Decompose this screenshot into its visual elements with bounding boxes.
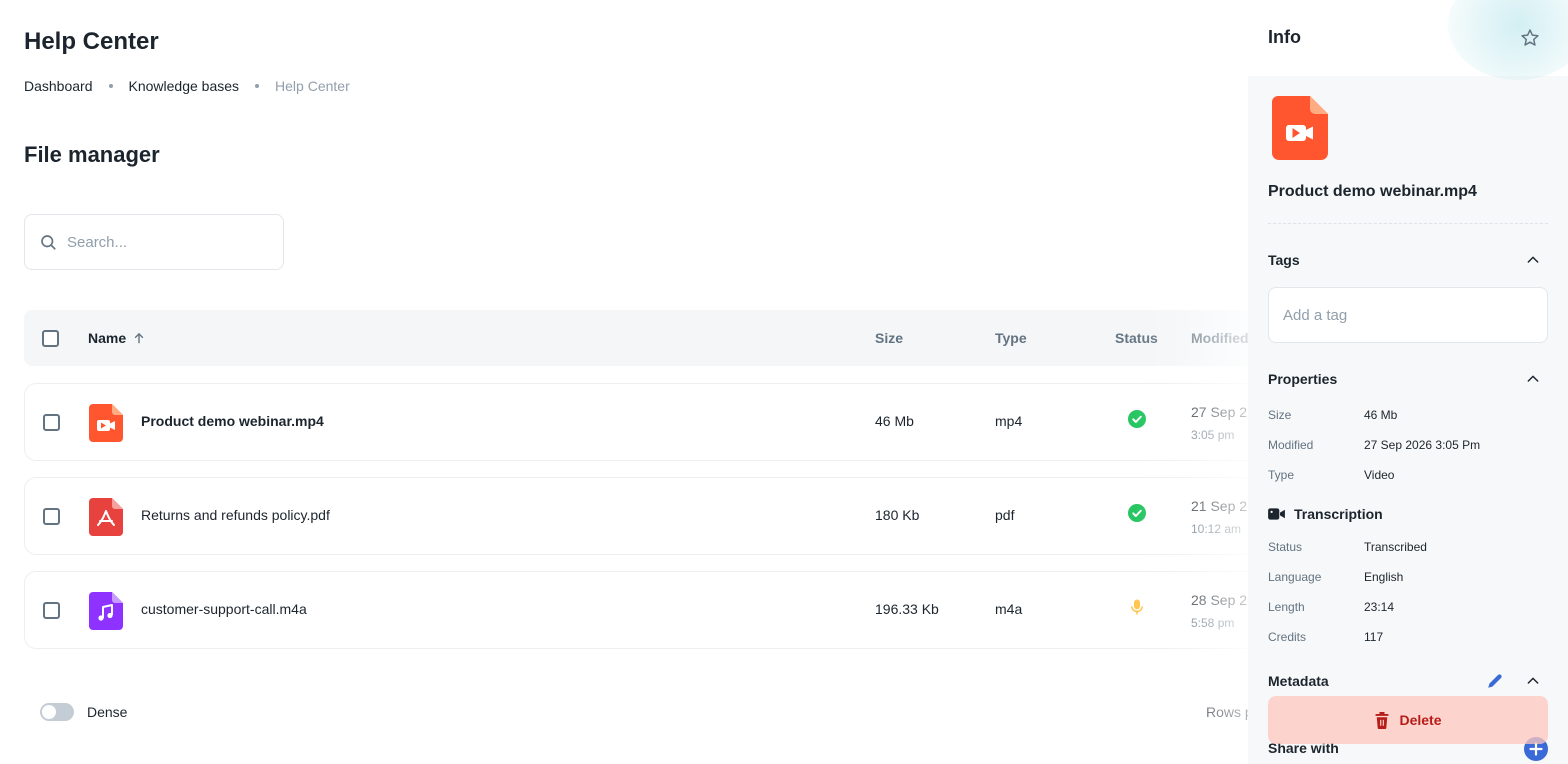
pdf-file-icon — [89, 498, 123, 536]
file-size: 196.33 Kb — [875, 601, 939, 617]
column-type[interactable]: Type — [995, 310, 1027, 366]
table-row[interactable]: Product demo webinar.mp4 46 Mb mp4 27 Se… — [24, 383, 1264, 461]
property-value: 27 Sep 2026 3:05 Pm — [1364, 438, 1481, 452]
breadcrumb-knowledge-bases[interactable]: Knowledge bases — [129, 78, 240, 94]
file-size: 46 Mb — [875, 413, 914, 429]
divider — [1268, 223, 1548, 224]
table-header: Name Size Type Status Modified — [24, 310, 1264, 366]
transcription-label: Credits — [1268, 630, 1307, 644]
breadcrumb-separator — [108, 84, 113, 88]
modified-date: 28 Sep 2 — [1191, 592, 1248, 608]
file-size: 180 Kb — [875, 507, 920, 523]
chevron-up-icon[interactable] — [1525, 252, 1541, 268]
select-all-checkbox[interactable] — [42, 330, 59, 347]
microphone-icon — [1131, 599, 1143, 615]
modified-date: 21 Sep 2 — [1191, 498, 1248, 514]
column-size[interactable]: Size — [875, 310, 903, 366]
transcription-value: English — [1364, 570, 1404, 584]
info-drawer: Info Product demo webinar.mp4 Tags Prope… — [1248, 0, 1568, 764]
header-glow — [1448, 0, 1568, 80]
delete-label: Delete — [1399, 712, 1442, 728]
check-circle-icon — [1128, 504, 1146, 522]
column-name-label: Name — [88, 330, 127, 346]
video-file-icon — [89, 404, 123, 442]
table-footer: Dense Rows p — [40, 700, 1280, 724]
video-file-icon — [1272, 96, 1328, 160]
column-name[interactable]: Name — [88, 310, 146, 366]
tags-heading: Tags — [1268, 252, 1300, 268]
search-icon — [41, 235, 56, 250]
trash-icon — [1375, 711, 1390, 729]
check-circle-icon — [1128, 410, 1146, 428]
audio-file-icon — [89, 592, 123, 630]
property-value: Video — [1364, 468, 1395, 482]
transcription-title: Transcription — [1294, 506, 1383, 522]
drawer-file-name: Product demo webinar.mp4 — [1268, 183, 1477, 200]
file-name[interactable]: customer-support-call.m4a — [141, 601, 307, 617]
row-checkbox[interactable] — [43, 508, 60, 525]
search-input[interactable] — [67, 233, 267, 251]
column-status[interactable]: Status — [1115, 310, 1158, 366]
transcription-label: Status — [1268, 540, 1303, 554]
breadcrumb: Dashboard Knowledge bases Help Center — [24, 78, 350, 94]
transcription-value: Transcribed — [1364, 540, 1427, 554]
table-row[interactable]: customer-support-call.m4a 196.33 Kb m4a … — [24, 571, 1264, 649]
switch-knob — [42, 705, 56, 719]
breadcrumb-separator — [255, 84, 260, 88]
file-name[interactable]: Product demo webinar.mp4 — [141, 413, 324, 429]
transcription-label: Length — [1268, 600, 1305, 614]
file-manager-page: Help Center Dashboard Knowledge bases He… — [0, 0, 1568, 764]
search-box[interactable] — [24, 214, 284, 270]
property-value: 46 Mb — [1364, 408, 1398, 422]
delete-button[interactable]: Delete — [1268, 696, 1548, 744]
drawer-title: Info — [1268, 27, 1301, 47]
column-modified[interactable]: Modified — [1191, 310, 1249, 366]
table-row[interactable]: Returns and refunds policy.pdf 180 Kb pd… — [24, 477, 1264, 555]
properties-heading: Properties — [1268, 371, 1338, 387]
transcription-value: 117 — [1364, 630, 1384, 644]
chevron-up-icon[interactable] — [1525, 673, 1541, 689]
property-label: Size — [1268, 408, 1292, 422]
row-checkbox[interactable] — [43, 414, 60, 431]
modified-time: 3:05 pm — [1191, 428, 1235, 442]
transcription-heading: Transcription — [1268, 506, 1383, 522]
file-name[interactable]: Returns and refunds policy.pdf — [141, 507, 330, 523]
breadcrumb-current: Help Center — [275, 78, 350, 94]
video-camera-icon — [1268, 508, 1285, 520]
property-label: Type — [1268, 468, 1295, 482]
property-label: Modified — [1268, 438, 1314, 452]
row-checkbox[interactable] — [43, 602, 60, 619]
modified-time: 10:12 am — [1191, 522, 1242, 536]
page-title: Help Center — [24, 28, 159, 55]
dense-label: Dense — [87, 704, 128, 720]
file-type: pdf — [995, 507, 1015, 523]
rows-per-page-label: Rows p — [1206, 704, 1253, 720]
pencil-icon[interactable] — [1486, 672, 1504, 690]
modified-time: 5:58 pm — [1191, 616, 1235, 630]
transcription-label: Language — [1268, 570, 1322, 584]
transcription-value: 23:14 — [1364, 600, 1395, 614]
file-type: mp4 — [995, 413, 1023, 429]
tag-field[interactable] — [1268, 287, 1548, 343]
drawer-header: Info — [1248, 0, 1568, 80]
arrow-up-icon — [134, 333, 144, 344]
tag-input[interactable] — [1283, 306, 1533, 324]
section-title: File manager — [24, 142, 160, 167]
breadcrumb-dashboard[interactable]: Dashboard — [24, 78, 93, 94]
file-type: m4a — [995, 601, 1023, 617]
star-icon[interactable] — [1520, 28, 1540, 48]
modified-date: 27 Sep 2 — [1191, 404, 1248, 420]
metadata-heading: Metadata — [1268, 673, 1329, 689]
dense-switch[interactable] — [40, 703, 74, 721]
chevron-up-icon[interactable] — [1525, 371, 1541, 387]
